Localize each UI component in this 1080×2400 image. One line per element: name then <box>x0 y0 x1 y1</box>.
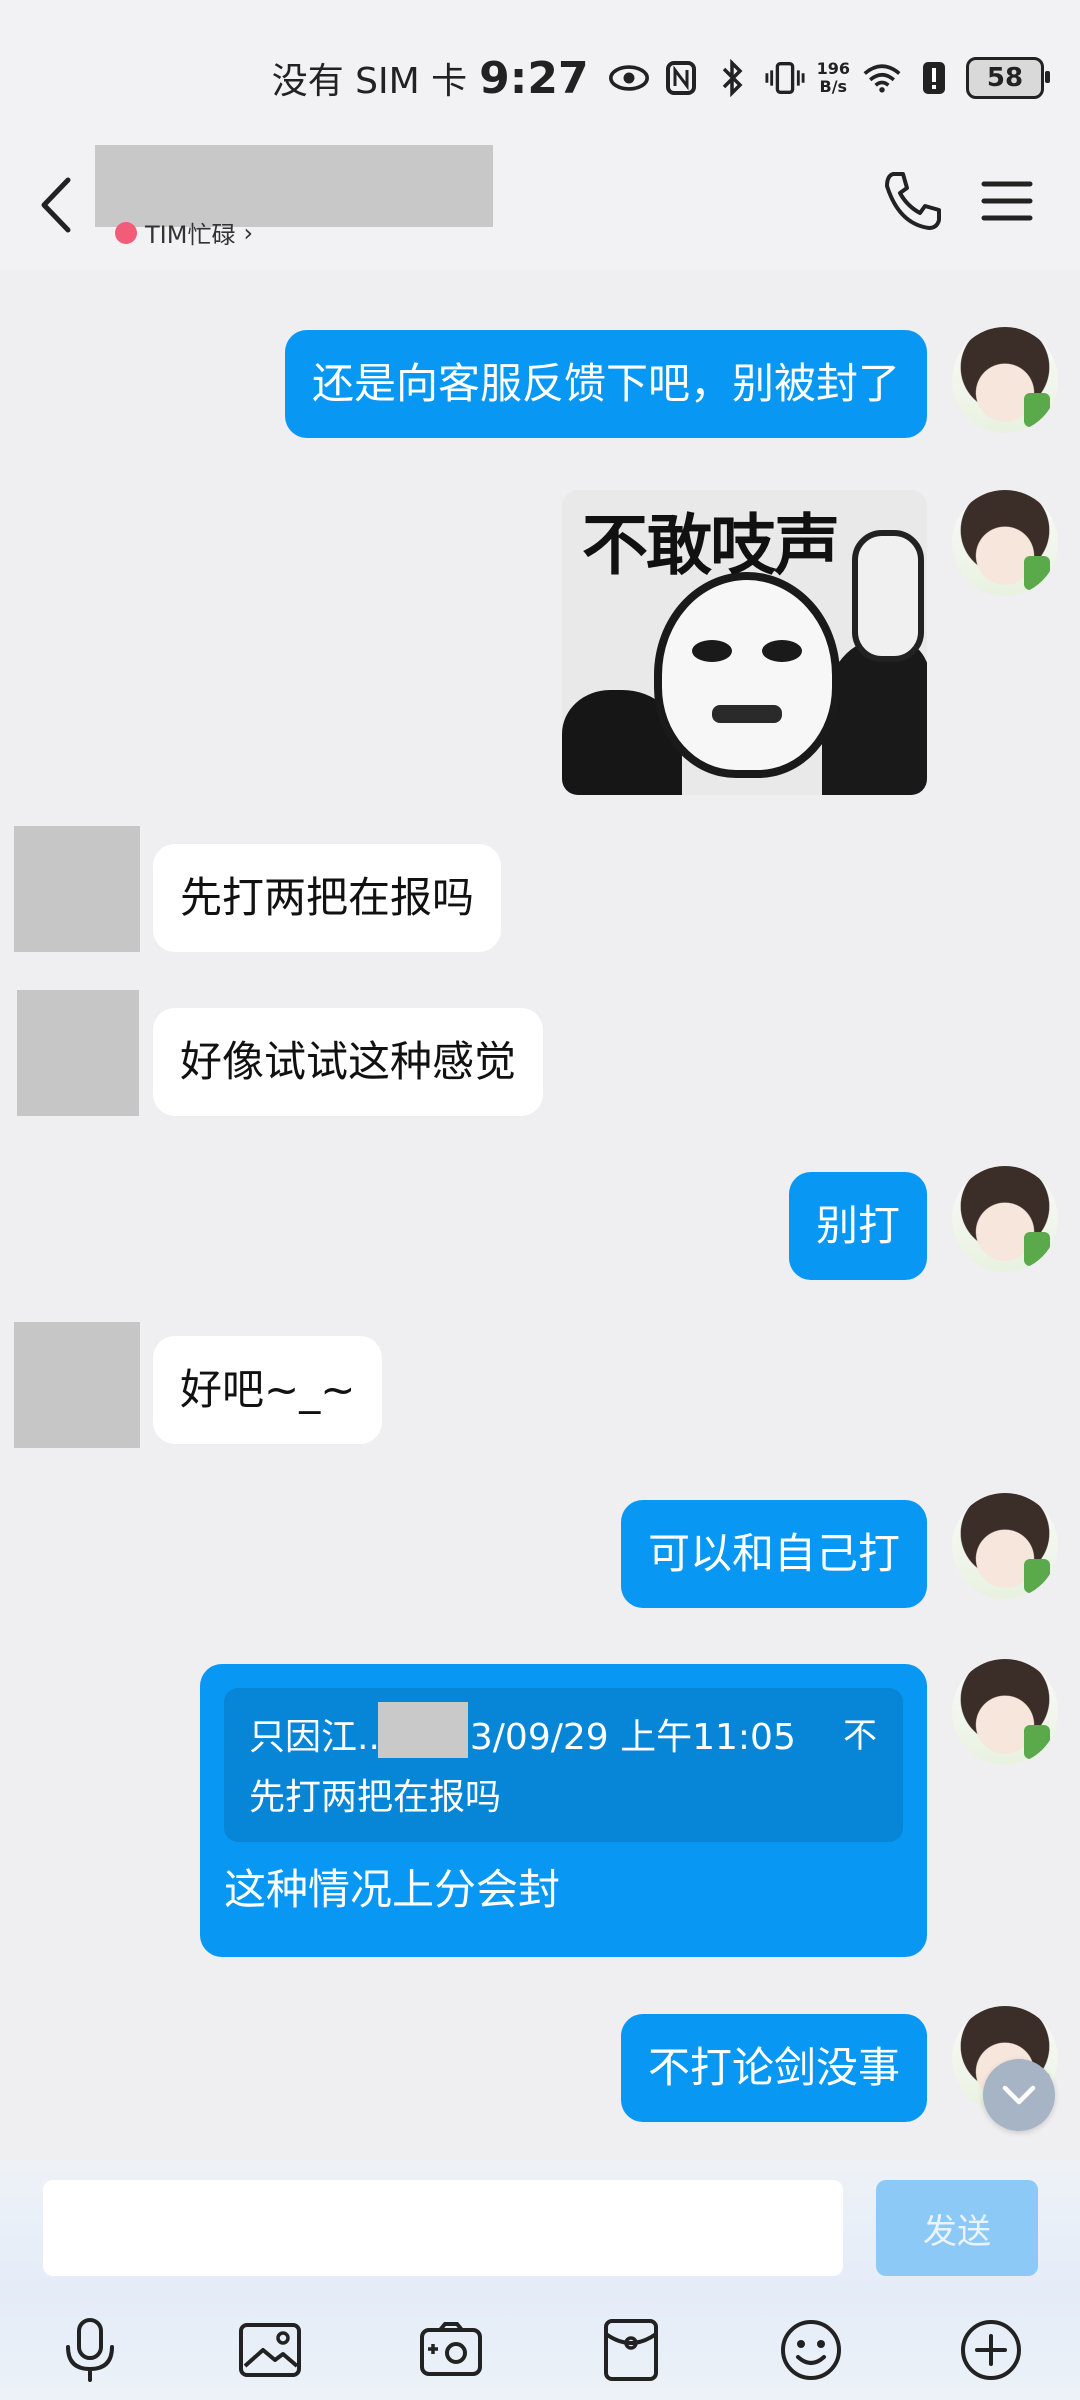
reply-message-bubble[interactable]: 只因江.. 3/09/29 上午11:05 不 先打两把在报吗 这种情况上分会封 <box>200 1664 927 1957</box>
quote-sender-redacted <box>378 1702 468 1758</box>
reply-text: 这种情况上分会封 <box>224 1865 561 1914</box>
camera-icon <box>420 2322 482 2376</box>
message-bubble-received[interactable]: 好吧~_~ <box>153 1336 383 1444</box>
menu-button[interactable] <box>974 168 1040 234</box>
contact-status-label: TIM忙碌 <box>145 221 236 249</box>
contact-avatar-redacted[interactable] <box>14 1322 140 1448</box>
self-avatar[interactable] <box>952 327 1058 433</box>
quoted-message[interactable]: 只因江.. 3/09/29 上午11:05 不 先打两把在报吗 <box>224 1688 903 1842</box>
microphone-icon <box>66 2318 114 2382</box>
self-avatar[interactable] <box>952 1659 1058 1765</box>
call-button[interactable] <box>879 168 945 234</box>
battery-indicator: 58 <box>966 57 1050 99</box>
self-avatar[interactable] <box>952 490 1058 596</box>
self-avatar[interactable] <box>952 1166 1058 1272</box>
carrier-label: 没有 SIM 卡 <box>271 61 468 102</box>
message-bubble-sent[interactable]: 别打 <box>788 1172 927 1280</box>
emoji-icon <box>781 2320 841 2380</box>
contact-avatar-redacted[interactable] <box>17 990 139 1116</box>
voice-button[interactable] <box>55 2315 125 2385</box>
scroll-to-bottom-button[interactable] <box>983 2059 1055 2131</box>
camera-button[interactable] <box>416 2315 486 2385</box>
contact-status[interactable]: TIM忙碌 › <box>115 215 253 250</box>
net-speed-unit: B/s <box>819 77 848 96</box>
send-button[interactable]: 发送 <box>876 2180 1038 2276</box>
quote-time: 3/09/29 上午11:05 <box>469 1717 796 1758</box>
quote-text: 先打两把在报吗 <box>249 1777 502 1818</box>
emoji-button[interactable] <box>776 2315 846 2385</box>
red-packet-icon <box>604 2319 658 2381</box>
status-bar: 没有 SIM 卡 9:27 196 B/s 58 <box>0 0 1080 150</box>
status-right: 没有 SIM 卡 9:27 196 B/s 58 <box>271 52 1050 104</box>
message-bubble-sent[interactable]: 不打论剑没事 <box>620 2014 927 2122</box>
eye-icon <box>608 58 649 98</box>
bluetooth-icon <box>713 58 753 98</box>
contact-avatar-redacted[interactable] <box>14 826 140 952</box>
chevron-left-icon <box>41 177 71 233</box>
alert-icon <box>914 58 954 98</box>
message-bubble-sent[interactable]: 可以和自己打 <box>620 1500 927 1608</box>
red-packet-button[interactable] <box>596 2315 666 2385</box>
message-bubble-received[interactable]: 先打两把在报吗 <box>153 844 502 952</box>
quote-sender: 只因江.. <box>249 1717 380 1758</box>
nfc-icon <box>661 58 701 98</box>
message-input[interactable] <box>43 2180 843 2276</box>
sticker-text: 不敢吱声 <box>582 507 840 584</box>
chevron-right-icon: › <box>243 218 254 247</box>
chevron-down-icon <box>1002 2085 1036 2105</box>
image-icon <box>239 2323 301 2377</box>
clock: 9:27 <box>479 52 589 104</box>
quote-truncated-label: 不 <box>843 1716 877 1756</box>
sticker-message[interactable]: 不敢吱声 <box>562 490 927 795</box>
message-bubble-sent[interactable]: 还是向客服反馈下吧，别被封了 <box>284 330 927 438</box>
back-button[interactable] <box>24 170 94 240</box>
net-speed-value: 196 <box>816 59 850 78</box>
quote-meta: 只因江.. 3/09/29 上午11:05 <box>249 1708 796 1760</box>
busy-status-icon <box>115 221 137 244</box>
wifi-icon <box>862 58 902 98</box>
chat-area[interactable]: 还是向客服反馈下吧，别被封了 不敢吱声 先打两把在报吗 好像试试这种感觉 别打 … <box>0 270 1080 2160</box>
phone-icon <box>885 172 941 230</box>
message-bubble-received[interactable]: 好像试试这种感觉 <box>153 1008 544 1116</box>
hamburger-icon <box>981 181 1033 221</box>
plus-icon <box>961 2320 1021 2380</box>
more-button[interactable] <box>956 2315 1026 2385</box>
net-speed: 196 B/s <box>817 60 850 96</box>
vibrate-icon <box>765 58 805 98</box>
self-avatar[interactable] <box>952 1493 1058 1599</box>
album-button[interactable] <box>235 2315 305 2385</box>
